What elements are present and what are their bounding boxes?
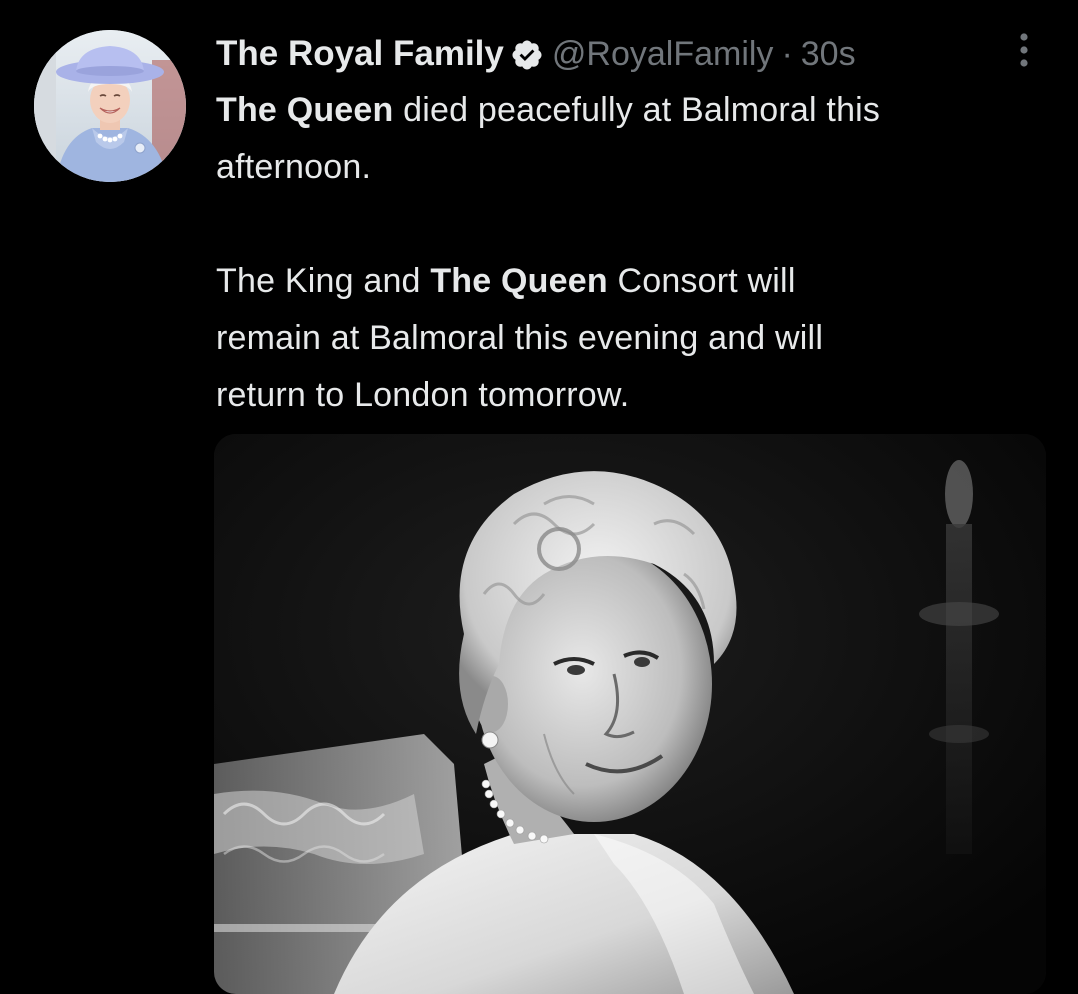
more-options-button[interactable] — [1010, 30, 1038, 70]
tweet-text-line: remain at Balmoral this evening and will — [216, 319, 824, 357]
author-handle[interactable]: @RoyalFamily — [552, 35, 774, 74]
tweet[interactable]: The Royal Family @RoyalFamily · 30s The … — [0, 0, 1078, 994]
tweet-media-photo[interactable] — [214, 434, 1046, 994]
more-vertical-icon — [1020, 33, 1028, 67]
tweet-text-span: Consort will — [607, 262, 796, 300]
tweet-text-bold: The Queen — [430, 262, 608, 300]
tweet-text-bold: The Queen — [216, 91, 394, 129]
tweet-header: The Royal Family @RoyalFamily · 30s — [216, 26, 1046, 82]
tweet-text-line: The Queen died peacefully at Balmoral th… — [216, 82, 1056, 139]
tweet-text-span: The King and — [216, 262, 431, 300]
tweet-text-line: afternoon. — [216, 148, 372, 186]
verified-badge-icon — [510, 38, 544, 72]
tweet-text-line: return to London tomorrow. — [216, 376, 630, 414]
avatar-photo — [34, 30, 186, 182]
author-display-name[interactable]: The Royal Family — [216, 34, 504, 74]
author-avatar[interactable] — [34, 30, 186, 182]
tweet-content: The Royal Family @RoyalFamily · 30s — [216, 26, 1046, 82]
tweet-text-line: The King and The Queen Consort will — [216, 253, 1056, 310]
tweet-timestamp[interactable]: 30s — [801, 35, 856, 74]
portrait-photo — [214, 434, 1046, 994]
header-separator: · — [781, 34, 793, 73]
tweet-text-span: died peacefully at Balmoral this — [393, 91, 881, 129]
tweet-text: The Queen died peacefully at Balmoral th… — [216, 82, 1056, 424]
